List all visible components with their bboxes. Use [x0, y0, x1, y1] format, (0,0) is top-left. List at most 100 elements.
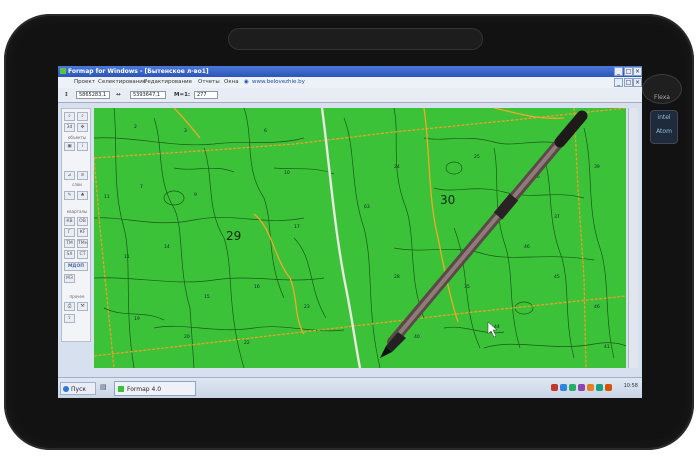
parcel-label: 40 — [414, 334, 420, 340]
parcel-label: 11 — [124, 254, 130, 260]
taskbar: Пуск ▤ Formap 4.0 10:58 — [58, 377, 642, 398]
zoom-3d-button[interactable]: 3d — [64, 123, 75, 132]
doc-close-button[interactable]: × — [633, 78, 642, 87]
parcel-label: 10 — [284, 170, 290, 176]
parcel-label: 23 — [304, 304, 310, 310]
kv-button[interactable]: КВ — [64, 217, 75, 226]
section-objects-label: объекты — [67, 135, 87, 140]
g-button[interactable]: Г — [64, 228, 75, 237]
tm-button[interactable]: ТМ — [64, 239, 75, 248]
app-icon — [60, 68, 66, 74]
coordinate-toolbar: ↕ 5865283,1 ↔ 5393647,1 M=1: 277 — [58, 88, 642, 103]
export-icon[interactable]: ⇪ — [64, 314, 75, 323]
x-arrow-icon: ↔ — [116, 92, 121, 98]
quick-launch-icon[interactable]: ▤ — [100, 383, 107, 391]
menu-reports[interactable]: Отчеты — [198, 77, 220, 88]
parcel-label: 16 — [254, 284, 260, 290]
scale-field[interactable]: 277 — [194, 91, 218, 99]
quarter-29-label: 29 — [226, 229, 241, 243]
sx-button[interactable]: SX — [64, 250, 75, 259]
parcel-label: 17 — [294, 224, 300, 230]
forest-map[interactable]: 29 30 2 3 6 7 9 10 11 14 15 16 17 19 20 … — [94, 108, 626, 368]
parcel-label: 6 — [264, 128, 267, 134]
parcel-label: 9 — [194, 192, 197, 198]
tray-icon-2[interactable] — [560, 384, 567, 391]
y-coordinate-field[interactable]: 5393647,1 — [130, 91, 166, 99]
parcel-label: 28 — [394, 274, 400, 280]
doc-minimize-button[interactable]: _ — [614, 78, 623, 87]
taskbar-app-button[interactable]: Formap 4.0 — [114, 381, 196, 396]
section-quarters-label: кварталы — [66, 209, 88, 214]
parcel-label: 19 — [134, 316, 140, 322]
start-label: Пуск — [71, 386, 86, 393]
tray-icon-5[interactable] — [587, 384, 594, 391]
tray-icon-4[interactable] — [578, 384, 585, 391]
parcel-label: 26 — [534, 174, 540, 180]
start-button[interactable]: Пуск — [60, 382, 96, 395]
parcel-label: 41 — [604, 344, 610, 350]
brand-badge: Flexa — [642, 74, 682, 104]
vertical-scrollbar[interactable] — [628, 108, 638, 368]
mdop-button[interactable]: МДОП — [64, 262, 88, 271]
zoom-in-icon[interactable]: ⌕ — [64, 112, 75, 121]
maximize-button[interactable]: □ — [624, 67, 633, 76]
tray-icon-7[interactable] — [605, 384, 612, 391]
doc-restore-button[interactable]: □ — [624, 78, 633, 87]
parcel-label: 46 — [594, 304, 600, 310]
parcel-label: 24 — [394, 164, 400, 170]
menu-select[interactable]: Селектирование — [98, 77, 146, 88]
parcel-label: 35 — [464, 284, 470, 290]
quarter-30-label: 30 — [440, 193, 455, 207]
tray-icon-6[interactable] — [596, 384, 603, 391]
screen: Formap for Windows - [Бытенское л-во1] _… — [58, 66, 642, 398]
intel-atom-sticker: intel Atom — [650, 110, 678, 144]
x-coordinate-field[interactable]: 5865283,1 — [76, 91, 110, 99]
ov-button[interactable]: ОВ — [77, 217, 88, 226]
map-canvas[interactable]: 29 30 2 3 6 7 9 10 11 14 15 16 17 19 20 … — [94, 108, 626, 368]
menu-project[interactable]: Проект — [74, 77, 95, 88]
formap-icon — [118, 386, 124, 392]
parcel-label: 15 — [204, 294, 210, 300]
parcel-label: 7 — [140, 184, 143, 190]
info-icon[interactable]: i — [77, 142, 88, 151]
section-layers-label: слои — [72, 182, 82, 187]
y-arrow-icon: ↕ — [64, 92, 69, 98]
window-title: Formap for Windows - [Бытенское л-во1] — [68, 68, 209, 75]
parcel-label: 39 — [594, 164, 600, 170]
speaker-grille — [228, 28, 483, 50]
tray-icon-3[interactable] — [569, 384, 576, 391]
chip-label: intel Atom — [656, 114, 672, 135]
parcel-boundaries — [94, 108, 626, 368]
tray-icon-1[interactable] — [551, 384, 558, 391]
parcel-label: 2 — [134, 124, 137, 130]
pen-icon[interactable]: ✎ — [64, 191, 75, 200]
scale-label: M=1: — [174, 92, 191, 98]
kf-button[interactable]: КF — [77, 228, 88, 237]
zoom-out-icon[interactable]: ⌕ — [77, 112, 88, 121]
website-link[interactable]: www.belovezhie.by — [252, 77, 305, 88]
close-button[interactable]: × — [633, 67, 642, 76]
st-button[interactable]: СТ — [77, 250, 88, 259]
taskbar-app-label: Formap 4.0 — [127, 386, 162, 393]
print-icon[interactable]: ⎙ — [64, 302, 75, 311]
clock: 10:58 — [623, 383, 638, 389]
parcel-label: 46 — [524, 244, 530, 250]
mz-button[interactable]: МЗ — [64, 274, 75, 283]
parcel-label: 63 — [364, 204, 370, 210]
tmn-button[interactable]: ТМн — [77, 239, 88, 248]
parcel-label: 22 — [244, 340, 250, 346]
pan-icon[interactable]: ✥ — [77, 123, 88, 132]
quarter-borders — [94, 108, 626, 368]
tools-icon[interactable]: ⚒ — [77, 302, 88, 311]
measure-icon[interactable]: ⊿ — [64, 171, 75, 180]
minimize-button[interactable]: _ — [614, 67, 623, 76]
parcel-label: 37 — [554, 214, 560, 220]
select-icon[interactable]: ▣ — [64, 142, 75, 151]
menu-edit[interactable]: Редактирование — [144, 77, 192, 88]
parcel-label: 14 — [164, 244, 170, 250]
layers-icon[interactable]: ≡ — [77, 171, 88, 180]
title-bar: Formap for Windows - [Бытенское л-во1] _… — [58, 66, 642, 77]
tree-icon[interactable]: ♣ — [77, 191, 88, 200]
parcel-label: 45 — [554, 274, 560, 280]
menu-windows[interactable]: Окна — [224, 77, 239, 88]
